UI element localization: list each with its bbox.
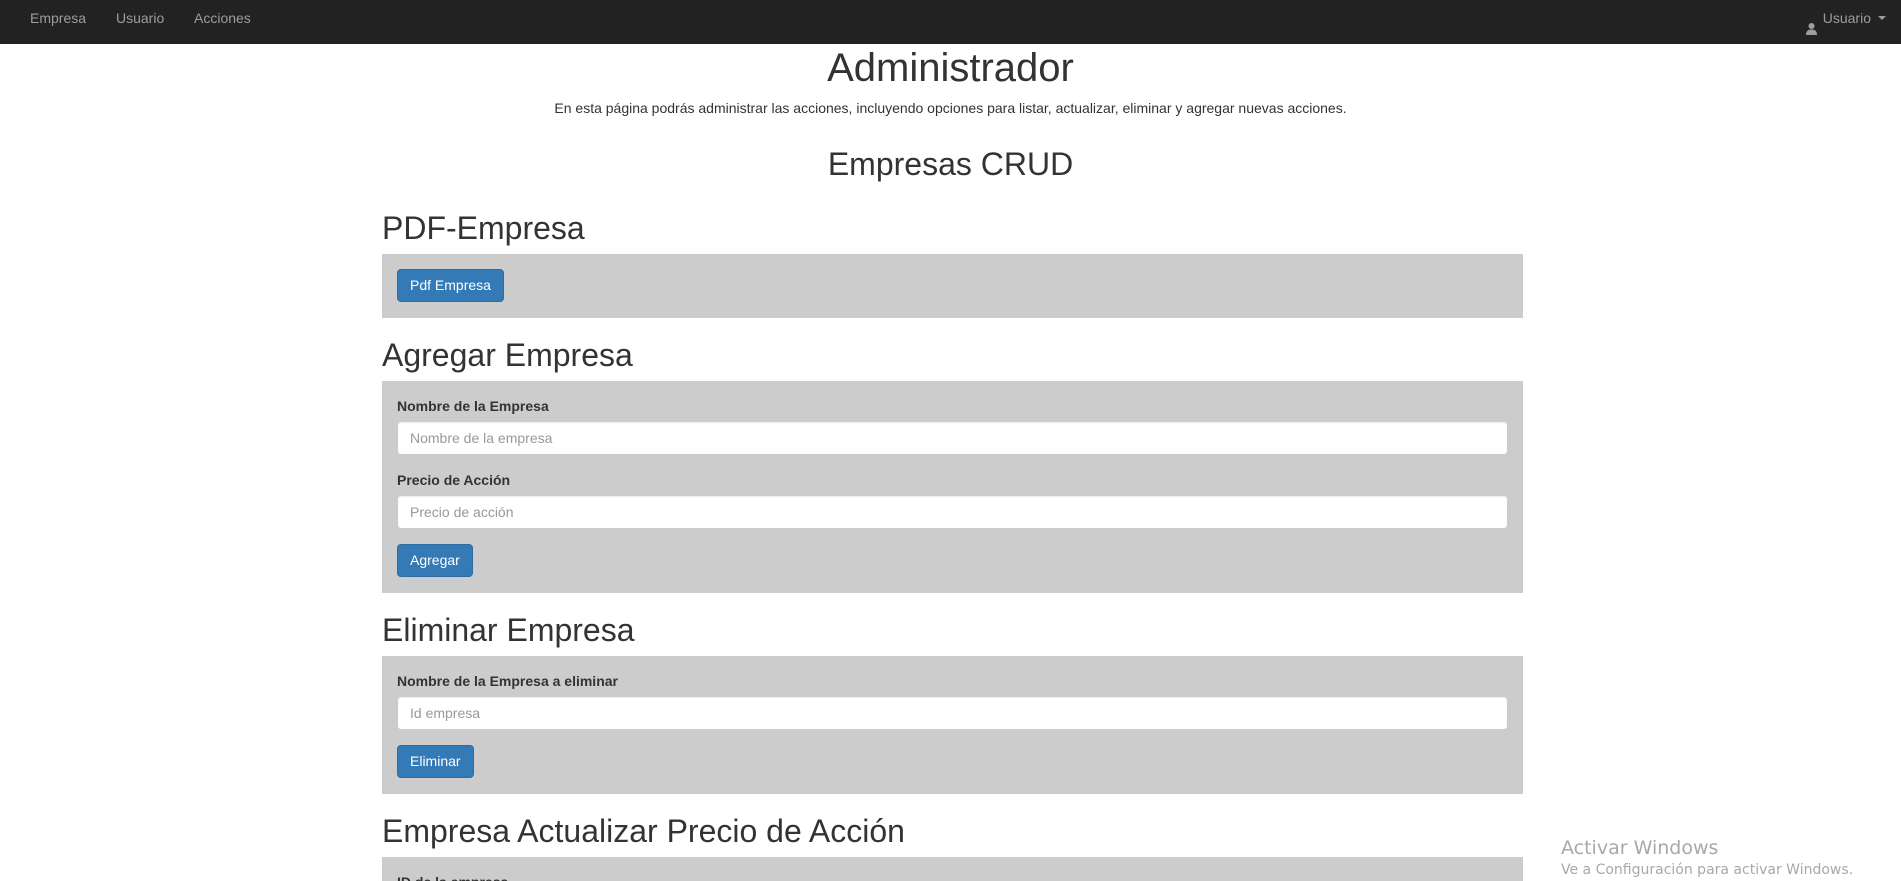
nav-item-empresa[interactable]: Empresa: [30, 0, 86, 36]
add-panel: Nombre de la Empresa Precio de Acción Ag…: [382, 381, 1523, 593]
pdf-panel: Pdf Empresa: [382, 254, 1523, 318]
company-name-label: Nombre de la Empresa: [397, 398, 549, 414]
caret-down-icon: [1878, 16, 1886, 20]
user-menu-label: Usuario: [1822, 10, 1871, 26]
company-name-input[interactable]: [397, 421, 1508, 455]
add-section-title: Agregar Empresa: [382, 337, 633, 373]
page-title: Administrador: [827, 46, 1074, 90]
stock-price-label: Precio de Acción: [397, 472, 511, 488]
update-panel: ID de la empresa: [382, 857, 1523, 881]
nav-item-usuario[interactable]: Usuario: [116, 0, 164, 36]
crud-title: Empresas CRUD: [827, 146, 1074, 182]
page-description: En esta página podrás administrar las ac…: [554, 100, 1347, 116]
delete-button[interactable]: Eliminar: [397, 745, 474, 778]
top-navbar: Empresa Usuario Acciones Usuario: [0, 0, 1901, 44]
company-id-delete-input[interactable]: [397, 696, 1508, 730]
update-section-title: Empresa Actualizar Precio de Acción: [382, 813, 905, 849]
delete-panel: Nombre de la Empresa a eliminar Eliminar: [382, 656, 1523, 794]
pdf-section-title: PDF-Empresa: [382, 210, 585, 246]
pdf-empresa-button[interactable]: Pdf Empresa: [397, 269, 504, 302]
update-id-label: ID de la empresa: [397, 873, 508, 881]
add-button[interactable]: Agregar: [397, 544, 473, 577]
watermark-line2: Ve a Configuración para activar Windows.: [1561, 862, 1854, 878]
delete-section-title: Eliminar Empresa: [382, 612, 635, 648]
windows-activation-watermark: Activar Windows Ve a Configuración para …: [1561, 836, 1853, 880]
stock-price-input[interactable]: [397, 495, 1508, 529]
user-menu[interactable]: Usuario: [1805, 0, 1886, 36]
delete-name-label: Nombre de la Empresa a eliminar: [397, 673, 618, 689]
nav-item-acciones[interactable]: Acciones: [194, 0, 251, 36]
user-icon: [1805, 12, 1818, 35]
watermark-line1: Activar Windows: [1561, 837, 1719, 859]
